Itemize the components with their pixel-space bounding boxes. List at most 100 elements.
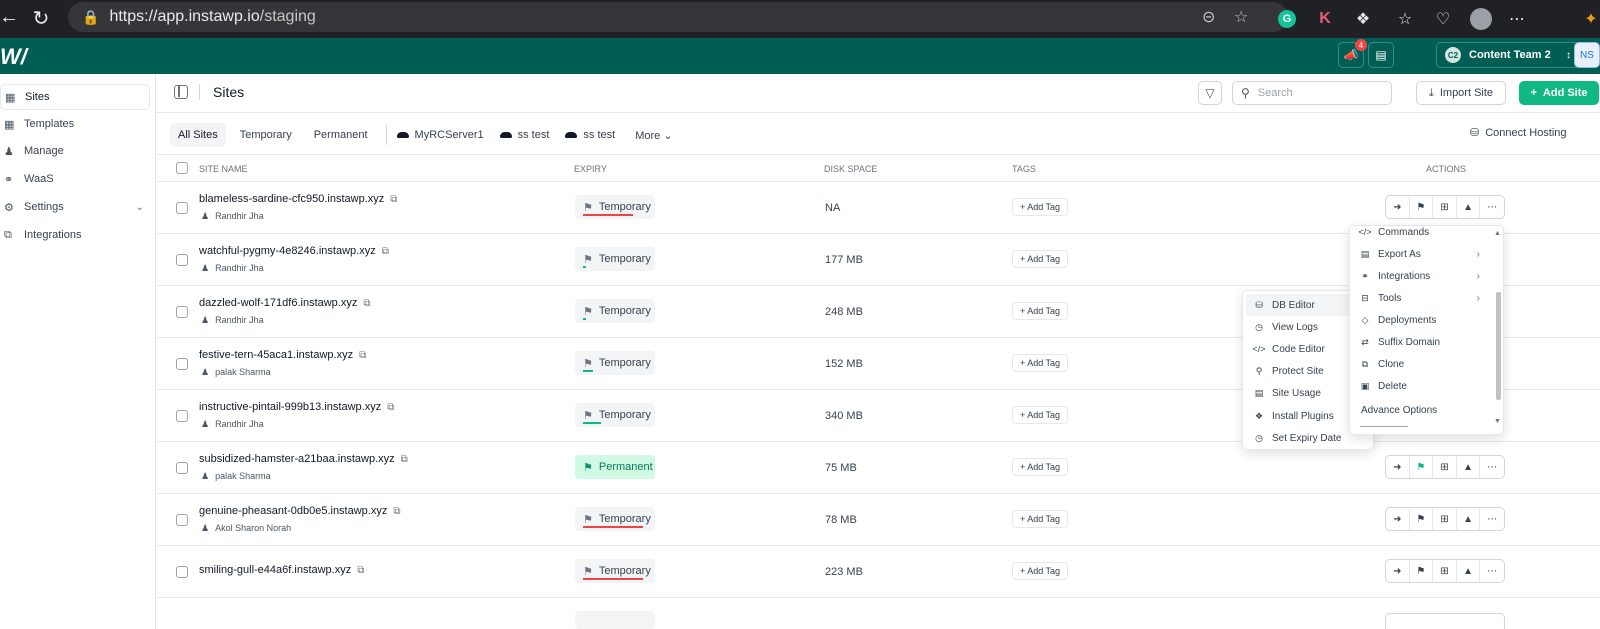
add-tag-button[interactable]: + Add Tag bbox=[1012, 302, 1068, 320]
menu-item-install-plugins[interactable]: ❖ Install Plugins bbox=[1243, 405, 1334, 427]
puzzle-icon[interactable]: ❖ bbox=[1350, 6, 1376, 32]
external-link-icon[interactable]: ⧉ bbox=[382, 246, 389, 257]
menu-item-suffix-domain[interactable]: ⇄ Suffix Domain bbox=[1350, 331, 1490, 353]
more-actions-icon[interactable]: ⋯ bbox=[1480, 456, 1504, 478]
apps-icon[interactable]: ⊞ bbox=[1433, 456, 1457, 478]
row-checkbox[interactable] bbox=[176, 306, 188, 318]
scroll-up-icon[interactable]: ▲ bbox=[1494, 230, 1501, 237]
tab-server-ss-test-2[interactable]: ss test bbox=[565, 129, 615, 141]
menu-scrollbar[interactable]: ▲ ▼ bbox=[1494, 230, 1501, 426]
tab-all-sites[interactable]: All Sites bbox=[170, 123, 226, 147]
site-name-link[interactable]: smiling-gull-e44a6f.instawp.xyz ⧉ bbox=[199, 564, 364, 576]
star-icon[interactable]: ☆ bbox=[1234, 7, 1248, 27]
add-tag-button[interactable]: + Add Tag bbox=[1012, 458, 1068, 476]
flag-icon[interactable]: ⚑ bbox=[1410, 508, 1434, 530]
scrollbar-thumb[interactable] bbox=[1496, 292, 1501, 400]
site-name-link[interactable]: genuine-pheasant-0db0e5.instawp.xyz ⧉ bbox=[199, 505, 401, 517]
add-site-button[interactable]: + Add Site bbox=[1519, 81, 1599, 105]
flag-icon[interactable]: ⚑ bbox=[1410, 560, 1434, 582]
site-name-link[interactable]: festive-tern-45aca1.instawp.xyz ⧉ bbox=[199, 349, 366, 361]
row-checkbox[interactable] bbox=[176, 462, 188, 474]
table-row[interactable]: subsidized-hamster-a21baa.instawp.xyz ⧉ ♟… bbox=[157, 442, 1600, 494]
favorites-icon[interactable]: ☆ bbox=[1392, 6, 1418, 32]
team-switcher[interactable]: C2 Content Team 2 ↕ bbox=[1436, 42, 1580, 68]
back-icon[interactable]: ← bbox=[0, 6, 24, 29]
instawp-logo[interactable]: W/ bbox=[0, 44, 27, 70]
sidebar-item-manage[interactable]: ♟ Manage bbox=[0, 138, 150, 164]
table-row[interactable]: genuine-pheasant-0db0e5.instawp.xyz ⧉ ♟ Ak… bbox=[157, 494, 1600, 546]
sidebar-item-settings[interactable]: ⚙ Settings ⌄ bbox=[0, 194, 150, 220]
import-site-button[interactable]: ⤓ Import Site bbox=[1416, 81, 1506, 105]
menu-item-protect-site[interactable]: ⚲ Protect Site bbox=[1243, 360, 1324, 382]
login-icon[interactable]: ➜ bbox=[1386, 196, 1410, 218]
search-input[interactable]: ⚲ Search bbox=[1232, 81, 1392, 105]
external-link-icon[interactable]: ⧉ bbox=[390, 194, 397, 205]
menu-item-export-as[interactable]: ▤ Export As › bbox=[1350, 243, 1490, 265]
menu-item-integrations[interactable]: ⚭ Integrations › bbox=[1350, 265, 1490, 287]
external-link-icon[interactable]: ⧉ bbox=[387, 402, 394, 413]
table-row[interactable] bbox=[157, 598, 1600, 629]
more-actions-icon[interactable]: ⋯ bbox=[1480, 196, 1504, 218]
add-tag-button[interactable]: + Add Tag bbox=[1012, 562, 1068, 580]
sidebar-item-sites[interactable]: ▦ Sites bbox=[0, 84, 150, 110]
menu-item-set-expiry-date[interactable]: ◷ Set Expiry Date bbox=[1243, 427, 1341, 449]
more-tabs-button[interactable]: More ⌄ bbox=[635, 129, 672, 142]
reload-icon[interactable]: ↻ bbox=[26, 6, 56, 31]
site-name-link[interactable]: watchful-pygmy-4e8246.instawp.xyz ⧉ bbox=[199, 245, 389, 257]
tab-server-myrcserver1[interactable]: MyRCServer1 bbox=[396, 129, 484, 141]
login-icon[interactable]: ➜ bbox=[1386, 560, 1410, 582]
tab-temporary[interactable]: Temporary bbox=[232, 123, 300, 147]
flag-icon[interactable]: ⚑ bbox=[1410, 456, 1434, 478]
more-actions-icon[interactable]: ⋯ bbox=[1480, 560, 1504, 582]
menu-item-tools[interactable]: ⊟ Tools › bbox=[1350, 287, 1490, 309]
site-name-link[interactable]: subsidized-hamster-a21baa.instawp.xyz ⧉ bbox=[199, 453, 408, 465]
external-link-icon[interactable]: ⧉ bbox=[401, 454, 408, 465]
table-row[interactable]: smiling-gull-e44a6f.instawp.xyz ⧉ ⚑ Tempor… bbox=[157, 546, 1600, 598]
add-tag-button[interactable]: + Add Tag bbox=[1012, 406, 1068, 424]
menu-item-deployments[interactable]: ◇ Deployments bbox=[1350, 309, 1490, 331]
menu-item-clone[interactable]: ⧉ Clone bbox=[1350, 353, 1490, 375]
row-checkbox[interactable] bbox=[176, 566, 188, 578]
grammarly-icon[interactable]: G bbox=[1274, 6, 1300, 32]
add-tag-button[interactable]: + Add Tag bbox=[1012, 250, 1068, 268]
apps-icon[interactable]: ⊞ bbox=[1433, 560, 1457, 582]
external-link-icon[interactable]: ⧉ bbox=[393, 506, 400, 517]
scroll-down-icon[interactable]: ▼ bbox=[1494, 418, 1501, 425]
address-bar[interactable]: 🔒 https://app.instawp.io/staging ⊝ ☆ bbox=[68, 2, 1288, 32]
filter-button[interactable]: ▽ bbox=[1198, 81, 1222, 105]
external-link-icon[interactable]: ⧉ bbox=[359, 350, 366, 361]
user-avatar[interactable]: NS bbox=[1574, 42, 1600, 68]
row-checkbox[interactable] bbox=[176, 358, 188, 370]
menu-item-view-logs[interactable]: ◷ View Logs bbox=[1243, 316, 1318, 338]
more-actions-icon[interactable]: ⋯ bbox=[1480, 508, 1504, 530]
flag-icon[interactable]: ⚑ bbox=[1410, 196, 1434, 218]
magic-login-icon[interactable]: ▲ bbox=[1457, 560, 1481, 582]
tab-permanent[interactable]: Permanent bbox=[306, 123, 376, 147]
profile-icon[interactable] bbox=[1468, 6, 1494, 32]
add-tag-button[interactable]: + Add Tag bbox=[1012, 198, 1068, 216]
zoom-icon[interactable]: ⊝ bbox=[1202, 7, 1215, 27]
menu-item-site-usage[interactable]: ▤ Site Usage bbox=[1243, 382, 1321, 404]
row-checkbox[interactable] bbox=[176, 254, 188, 266]
row-checkbox[interactable] bbox=[176, 410, 188, 422]
menu-item-commands[interactable]: </> Commands bbox=[1350, 226, 1490, 243]
site-name-link[interactable]: blameless-sardine-cfc950.instawp.xyz ⧉ bbox=[199, 193, 397, 205]
external-link-icon[interactable]: ⧉ bbox=[357, 565, 364, 576]
sidebar-item-templates[interactable]: ▦ Templates bbox=[0, 111, 150, 137]
row-checkbox[interactable] bbox=[176, 202, 188, 214]
apps-icon[interactable]: ⊞ bbox=[1433, 196, 1457, 218]
menu-item-delete[interactable]: ▣ Delete bbox=[1350, 375, 1490, 397]
k-extension-icon[interactable]: K bbox=[1312, 6, 1338, 32]
login-icon[interactable]: ➜ bbox=[1386, 456, 1410, 478]
announcements-button[interactable]: 📣 4 bbox=[1338, 39, 1367, 68]
connect-hosting-button[interactable]: ⛁ Connect Hosting bbox=[1470, 126, 1567, 140]
magic-login-icon[interactable]: ▲ bbox=[1457, 508, 1481, 530]
magic-login-icon[interactable]: ▲ bbox=[1457, 456, 1481, 478]
sidebar-toggle-icon[interactable] bbox=[174, 85, 188, 99]
site-name-link[interactable]: dazzled-wolf-171df6.instawp.xyz ⧉ bbox=[199, 297, 371, 309]
store-button[interactable]: ▤ bbox=[1368, 42, 1394, 68]
sidebar-item-integrations[interactable]: ⧉ Integrations bbox=[0, 222, 150, 248]
menu-item-code-editor[interactable]: </> Code Editor bbox=[1243, 338, 1324, 360]
health-icon[interactable]: ♡ bbox=[1430, 6, 1456, 32]
external-link-icon[interactable]: ⧉ bbox=[363, 298, 370, 309]
